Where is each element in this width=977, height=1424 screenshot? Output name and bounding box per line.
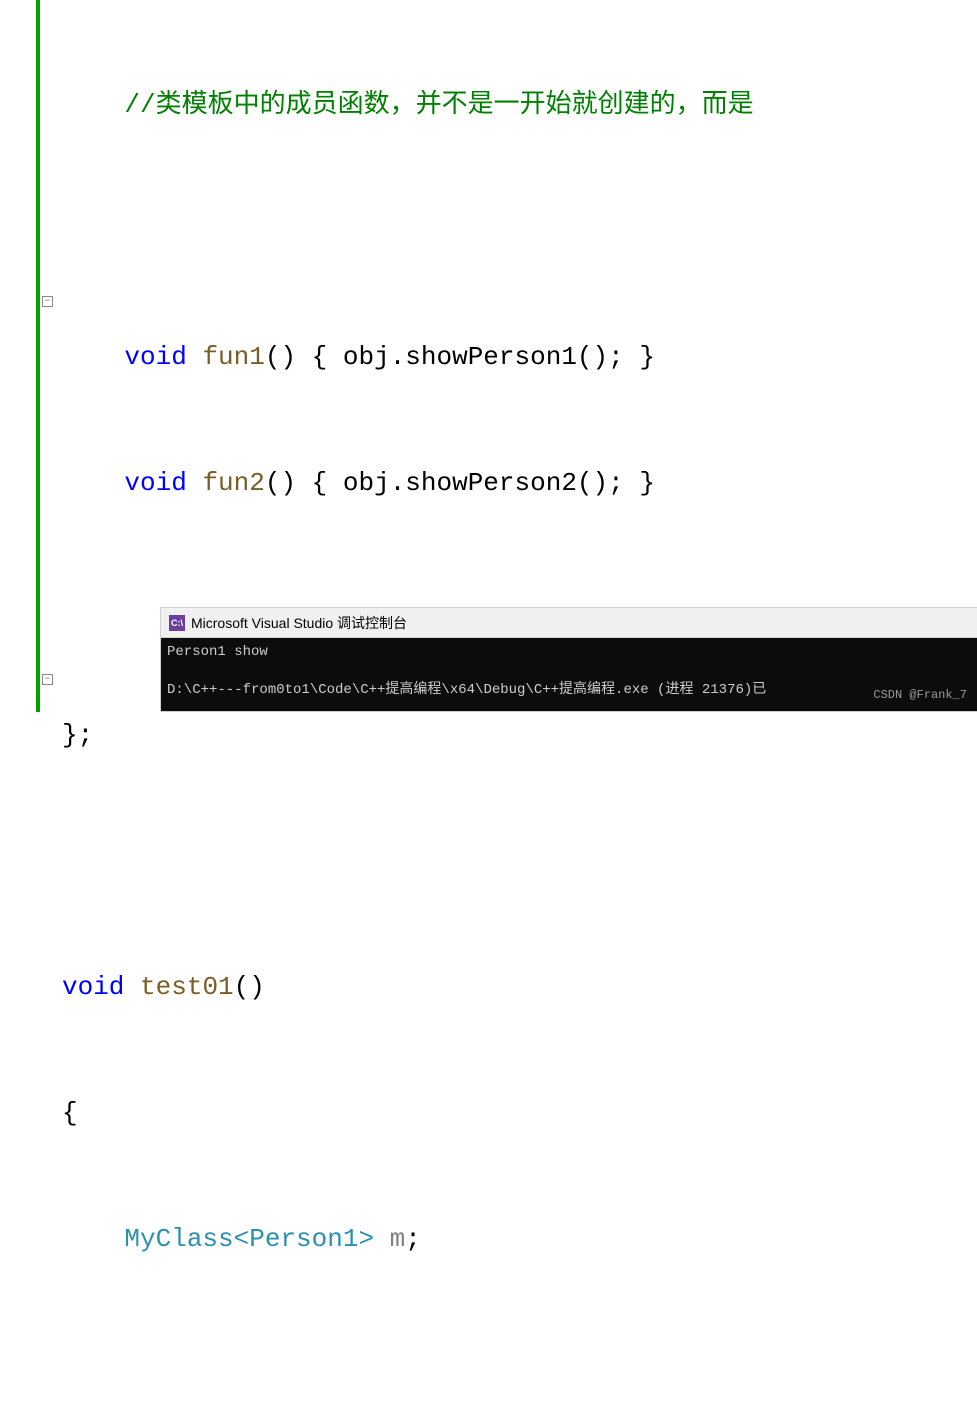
keyword-void: void [124, 342, 186, 372]
code-line [62, 840, 977, 882]
code-line: //类模板中的成员函数，并不是一开始就创建的，而是 [62, 84, 977, 126]
code-area[interactable]: //类模板中的成员函数，并不是一开始就创建的，而是 void fun1() { … [40, 0, 977, 712]
code-line: void test01() [62, 966, 977, 1008]
variable: m [374, 1224, 405, 1254]
comment-text: //类模板中的成员函数，并不是一开始就创建的，而是 [124, 90, 753, 120]
console-titlebar[interactable]: C:\ Microsoft Visual Studio 调试控制台 [161, 608, 977, 638]
code-line: void fun2() { obj.showPerson2(); } [62, 462, 977, 504]
type-name: MyClass [124, 1224, 233, 1254]
function-name: fun1 [202, 342, 264, 372]
code-line: MyClass<Person1> m; [62, 1218, 977, 1260]
console-app-icon: C:\ [169, 615, 185, 631]
class-close: }; [62, 720, 93, 750]
template-param: <Person1> [234, 1224, 374, 1254]
editor-gutter [0, 0, 40, 712]
code-line: { [62, 1092, 977, 1134]
keyword-void: void [124, 468, 186, 498]
function-name: fun2 [202, 468, 264, 498]
console-output[interactable]: Person1 show D:\C++---from0to1\Code\C++提高… [161, 638, 977, 711]
code-editor[interactable]: − − //类模板中的成员函数，并不是一开始就创建的，而是 void fun1(… [0, 0, 977, 712]
code-line [62, 1344, 977, 1386]
console-output-line: D:\C++---from0to1\Code\C++提高编程\x64\Debug… [167, 680, 973, 700]
code-body: () { obj.showPerson1(); } [265, 342, 655, 372]
debug-console-window[interactable]: C:\ Microsoft Visual Studio 调试控制台 Person… [160, 607, 977, 712]
watermark-text: CSDN @Frank_7 [873, 688, 967, 702]
console-output-line: Person1 show [167, 642, 973, 662]
parens: () [234, 972, 265, 1002]
keyword-void: void [62, 972, 124, 1002]
console-title-text: Microsoft Visual Studio 调试控制台 [191, 613, 407, 633]
function-name: test01 [140, 972, 234, 1002]
code-line: }; [62, 714, 977, 756]
semicolon: ; [405, 1224, 421, 1254]
code-line [62, 210, 977, 252]
code-line: void fun1() { obj.showPerson1(); } [62, 336, 977, 378]
brace-open: { [62, 1098, 78, 1128]
code-body: () { obj.showPerson2(); } [265, 468, 655, 498]
